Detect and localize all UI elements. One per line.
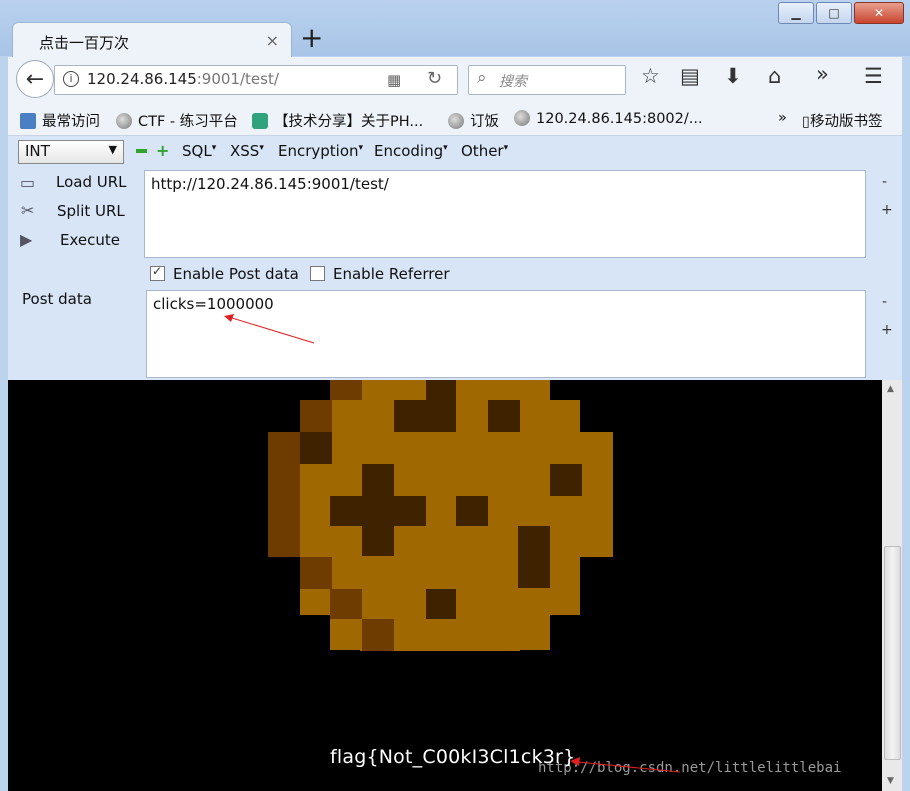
page-content [8,380,882,791]
scroll-down-icon[interactable]: ▼ [887,776,894,786]
scroll-up-icon[interactable]: ▲ [887,384,894,394]
arrowhead-icon [224,314,234,322]
vertical-scrollbar[interactable]: ▲ ▼ [882,380,902,791]
scrollbar-thumb[interactable] [884,546,901,760]
annotation-arrow-post [231,317,315,344]
flag-text: flag{Not_C00kI3Cl1ck3r} [330,746,576,768]
cookie-image[interactable] [8,380,882,791]
watermark-text: http://blog.csdn.net/littlelittlebai [538,760,842,776]
